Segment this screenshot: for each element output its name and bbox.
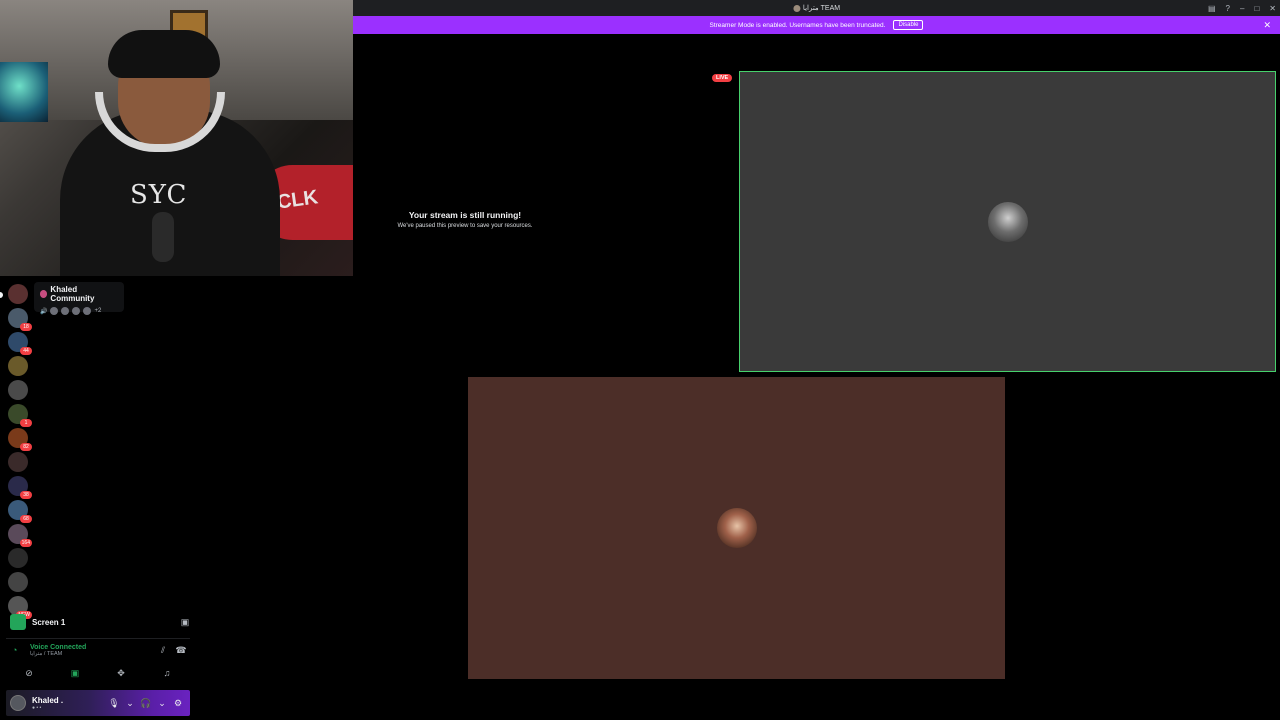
username[interactable]: Khaled .: [32, 696, 106, 705]
avatar: [716, 508, 757, 548]
headphones-icon[interactable]: 🎧: [138, 698, 154, 709]
window-title: مترايا TEAM: [792, 4, 841, 12]
selected-indicator: [0, 292, 3, 298]
disable-button[interactable]: Disable: [893, 20, 924, 30]
server-icon[interactable]: [8, 284, 28, 304]
server-icon[interactable]: [8, 548, 28, 568]
streamer-mode-banner: Streamer Mode is enabled. Usernames have…: [353, 16, 1280, 34]
stream-paused-notice: Your stream is still running! We've paus…: [360, 210, 570, 229]
webcam-tv: [0, 62, 48, 122]
server-hover-title: Khaled Community: [40, 285, 118, 303]
member-avatar: [50, 307, 59, 315]
app-root: CLK SYC 18441823868164NEW Khaled Communi…: [0, 0, 1280, 720]
close-icon[interactable]: ✕: [1263, 20, 1271, 31]
help-icon[interactable]: ?: [1226, 4, 1230, 13]
mention-badge: 1: [20, 419, 32, 427]
hoodie-logo: SYC: [130, 180, 188, 210]
camera-off-icon[interactable]: ⊘: [9, 665, 49, 681]
mention-badge: 82: [20, 443, 32, 451]
server-icon[interactable]: [8, 356, 28, 376]
member-avatar: [61, 307, 70, 315]
banner-text: Streamer Mode is enabled. Usernames have…: [709, 21, 886, 29]
extra-members-count: +2: [94, 308, 102, 314]
server-icon[interactable]: 82: [8, 428, 32, 451]
server-hover-card: Khaled Community 🔊 +2: [34, 282, 124, 315]
chair-logo: CLK: [275, 186, 320, 214]
server-icon: [40, 290, 48, 298]
server-name: Khaled Community: [50, 285, 95, 303]
server-icon[interactable]: 38: [8, 476, 32, 499]
activities-icon[interactable]: ✥: [101, 665, 141, 681]
screen-share-icon: [10, 614, 26, 630]
title-bar: مترايا TEAM ▤ ? – □ ✕: [353, 0, 1280, 16]
participant-tile[interactable]: [739, 71, 1276, 372]
minimize-button[interactable]: –: [1240, 4, 1244, 13]
mention-badge: 68: [20, 515, 32, 523]
mention-badge: 164: [19, 539, 32, 547]
live-badge: LIVE: [712, 74, 733, 82]
voice-status-panel: ◔ Voice Connected مترايا / TEAM ⫽ ☎ ⊘ ▣ …: [6, 638, 190, 688]
server-icon[interactable]: 164: [8, 524, 32, 547]
screen-share-button[interactable]: ▣: [55, 665, 95, 681]
soundboard-icon[interactable]: ♫: [147, 665, 187, 681]
server-icon[interactable]: 44: [8, 332, 32, 355]
inbox-icon[interactable]: ▤: [1208, 4, 1216, 13]
participant-tile[interactable]: [468, 377, 1005, 679]
server-icon[interactable]: [8, 380, 28, 400]
signal-icon[interactable]: ◔: [12, 645, 26, 655]
server-icon[interactable]: 68: [8, 500, 32, 523]
window-title-text: مترايا TEAM: [802, 5, 841, 12]
stream-label: Screen 1: [32, 617, 66, 627]
paused-subtitle: We've paused this preview to save your r…: [397, 223, 533, 229]
gear-icon[interactable]: ⚙: [170, 698, 186, 709]
server-icon[interactable]: [8, 572, 28, 592]
stop-stream-icon[interactable]: ▣: [180, 617, 190, 627]
mention-badge: 44: [20, 347, 32, 355]
disconnect-icon[interactable]: ☎: [172, 645, 190, 656]
user-status: ● • •: [32, 704, 42, 711]
close-button[interactable]: ✕: [1269, 4, 1276, 13]
server-icon[interactable]: 18: [8, 308, 32, 331]
channel-panel: [34, 276, 194, 606]
user-panel: Khaled . ● • • 🎙 ⌄ 🎧 ⌄ ⚙: [6, 690, 190, 716]
member-avatar: [83, 307, 92, 315]
webcam-microphone: [152, 212, 174, 262]
server-list: 18441823868164NEW: [0, 276, 34, 619]
server-icon[interactable]: [8, 452, 28, 472]
chevron-down-icon[interactable]: ⌄: [154, 698, 170, 709]
paused-title: Your stream is still running!: [408, 210, 522, 220]
server-icon: [792, 4, 800, 12]
member-avatar: [72, 307, 81, 315]
microphone-icon[interactable]: 🎙: [106, 698, 122, 709]
stream-panel[interactable]: Screen 1 ▣: [6, 612, 190, 632]
avatar: [987, 201, 1028, 242]
speaker-icon: 🔊: [40, 308, 48, 315]
mention-badge: 38: [20, 491, 32, 499]
webcam-overlay: CLK SYC: [0, 0, 353, 276]
maximize-button[interactable]: □: [1254, 4, 1259, 13]
mention-badge: 18: [20, 323, 32, 331]
webcam-person-hair: [108, 30, 220, 78]
chevron-down-icon[interactable]: ⌄: [122, 698, 138, 709]
voice-members-row: 🔊 +2: [40, 307, 118, 315]
avatar[interactable]: [10, 695, 26, 711]
voice-channel[interactable]: مترايا / TEAM: [30, 651, 154, 657]
voice-status[interactable]: Voice Connected: [30, 644, 154, 651]
noise-suppression-icon[interactable]: ⫽: [154, 645, 172, 656]
server-icon[interactable]: 1: [8, 404, 32, 427]
